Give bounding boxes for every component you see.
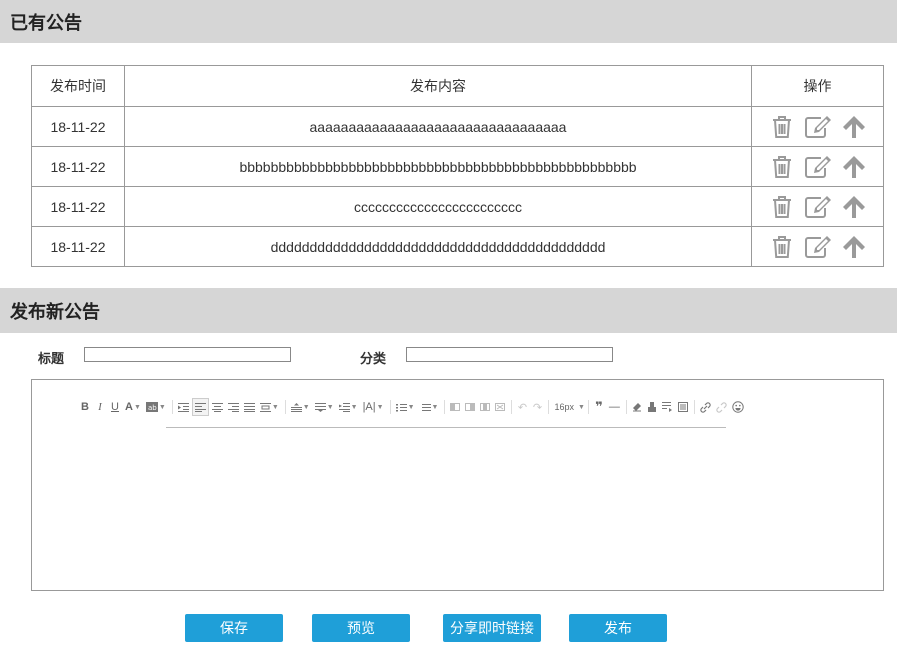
row-content: cccccccccccccccccccccccc — [124, 186, 752, 227]
toolbar-separator — [171, 400, 173, 414]
publish-button[interactable]: 发布 — [569, 614, 667, 642]
column-header-ops: 操作 — [751, 65, 884, 107]
line-height-icon[interactable]: ▼ — [289, 398, 312, 416]
emoji-icon[interactable] — [730, 398, 746, 416]
link-icon[interactable] — [698, 398, 713, 416]
edit-icon[interactable] — [804, 114, 832, 140]
edit-icon[interactable] — [804, 154, 832, 180]
indent-icon[interactable] — [176, 398, 191, 416]
notice-meta-row: 标题 分类 — [0, 346, 897, 366]
row-content: dddddddddddddddddddddddddddddddddddddddd… — [124, 226, 752, 267]
toolbar-separator — [444, 400, 446, 414]
table-insert-icon[interactable] — [448, 398, 462, 416]
table-header-row: 发布时间 发布内容 操作 — [31, 65, 884, 107]
undo-icon[interactable]: ↶ — [515, 398, 529, 416]
toolbar-separator — [389, 400, 391, 414]
ordered-list-icon[interactable]: ▼ — [394, 398, 417, 416]
trash-icon[interactable] — [768, 114, 796, 140]
editor-content-area[interactable] — [32, 430, 883, 590]
toolbar-separator — [548, 400, 550, 414]
font-color-icon[interactable]: A ▼ — [123, 398, 143, 416]
rich-text-editor: B I U A ▼ ab ▼ ▼ ▼ ▼ ▼ |A| ▼ ▼ ▼ ↶ ↷ 16px ▼ … — [31, 379, 884, 591]
row-content: bbbbbbbbbbbbbbbbbbbbbbbbbbbbbbbbbbbbbbbb… — [124, 146, 752, 187]
column-header-time: 发布时间 — [31, 65, 125, 107]
edit-icon[interactable] — [804, 194, 832, 220]
row-time: 18-11-22 — [31, 226, 125, 267]
table-insert-col-icon[interactable] — [463, 398, 477, 416]
edit-icon[interactable] — [804, 234, 832, 260]
existing-notices-title: 已有公告 — [10, 12, 82, 33]
publish-notice-header: 发布新公告 — [0, 288, 897, 333]
toolbar-separator — [693, 400, 695, 414]
align-justify-icon[interactable] — [242, 398, 257, 416]
insert-page-icon[interactable] — [676, 398, 690, 416]
trash-icon[interactable] — [768, 154, 796, 180]
title-input[interactable] — [84, 347, 291, 362]
italic-icon[interactable]: I — [93, 398, 107, 416]
table-row: 18-11-22 bbbbbbbbbbbbbbbbbbbbbbbbbbbbbbb… — [31, 146, 884, 187]
underline-icon[interactable]: U — [108, 398, 122, 416]
share-link-button[interactable]: 分享即时链接 — [443, 614, 541, 642]
unlink-icon[interactable] — [714, 398, 729, 416]
arrow-up-icon[interactable] — [840, 154, 868, 180]
toolbar-divider — [166, 427, 726, 428]
row-time: 18-11-22 — [31, 186, 125, 227]
toolbar-separator — [284, 400, 286, 414]
category-input[interactable] — [406, 347, 613, 362]
font-family-icon[interactable]: ▼ — [337, 398, 360, 416]
svg-text:ab: ab — [148, 404, 157, 412]
clear-format-icon[interactable] — [630, 398, 644, 416]
row-actions — [751, 186, 884, 227]
existing-notices-header: 已有公告 — [0, 0, 897, 43]
table-row: 18-11-22 ddddddddddddddddddddddddddddddd… — [31, 226, 884, 267]
table-row: 18-11-22 aaaaaaaaaaaaaaaaaaaaaaaaaaaaaaa… — [31, 106, 884, 147]
unordered-list-icon[interactable]: ▼ — [418, 398, 441, 416]
paragraph-icon[interactable]: ▼ — [258, 398, 281, 416]
align-left-icon[interactable] — [191, 398, 209, 416]
category-label: 分类 — [360, 351, 387, 366]
text-align-icon[interactable]: ▼ — [313, 398, 336, 416]
row-time: 18-11-22 — [31, 106, 125, 147]
redo-icon[interactable]: ↷ — [530, 398, 544, 416]
arrow-up-icon[interactable] — [840, 194, 868, 220]
font-size-select[interactable]: 16px — [552, 398, 576, 416]
preview-button[interactable]: 预览 — [312, 614, 410, 642]
editor-toolbar: B I U A ▼ ab ▼ ▼ ▼ ▼ ▼ |A| ▼ ▼ ▼ ↶ ↷ 16px ▼ … — [78, 396, 758, 418]
bold-icon[interactable]: B — [78, 398, 92, 416]
row-actions — [751, 226, 884, 267]
row-time: 18-11-22 — [31, 146, 125, 187]
insert-code-icon[interactable] — [660, 398, 675, 416]
notices-table: 发布时间 发布内容 操作 18-11-22 aaaaaaaaaaaaaaaaaa… — [31, 65, 884, 267]
toolbar-separator — [625, 400, 627, 414]
title-label: 标题 — [38, 351, 65, 366]
arrow-up-icon[interactable] — [840, 234, 868, 260]
chevron-down-icon[interactable]: ▼ — [578, 404, 585, 411]
table-delete-icon[interactable] — [493, 398, 507, 416]
row-actions — [751, 146, 884, 187]
align-right-icon[interactable] — [226, 398, 241, 416]
row-actions — [751, 106, 884, 147]
quote-icon[interactable]: ❞ — [592, 398, 606, 416]
save-button[interactable]: 保存 — [185, 614, 283, 642]
letter-spacing-icon[interactable]: |A| ▼ — [361, 398, 386, 416]
toolbar-separator — [587, 400, 589, 414]
align-center-icon[interactable] — [210, 398, 225, 416]
column-header-content: 发布内容 — [124, 65, 752, 107]
table-insert-row-icon[interactable] — [478, 398, 492, 416]
horizontal-rule-icon[interactable]: — — [607, 398, 622, 416]
trash-icon[interactable] — [768, 234, 796, 260]
toolbar-separator — [511, 400, 513, 414]
table-row: 18-11-22 cccccccccccccccccccccccc — [31, 186, 884, 227]
publish-notice-title: 发布新公告 — [10, 301, 100, 322]
highlight-icon[interactable]: ab ▼ — [144, 398, 168, 416]
trash-icon[interactable] — [768, 194, 796, 220]
row-content: aaaaaaaaaaaaaaaaaaaaaaaaaaaaaaaaa — [124, 106, 752, 147]
arrow-up-icon[interactable] — [840, 114, 868, 140]
format-brush-icon[interactable] — [645, 398, 659, 416]
